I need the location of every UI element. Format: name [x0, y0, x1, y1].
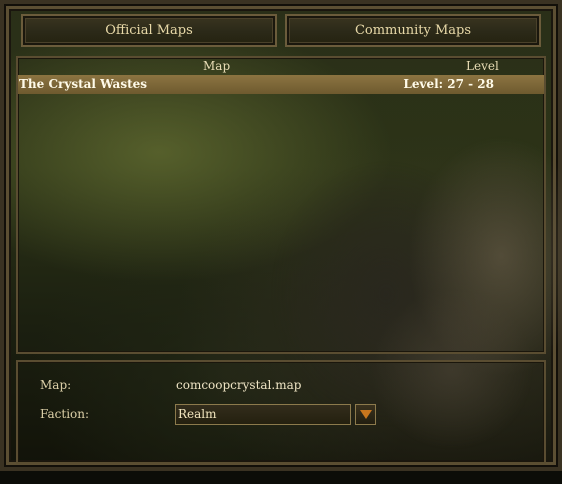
- map-list-row[interactable]: The Crystal Wastes Level: 27 - 28: [18, 75, 544, 94]
- tab-official-maps[interactable]: Official Maps: [21, 14, 277, 47]
- faction-select[interactable]: Realm: [175, 404, 351, 425]
- map-list-panel: [16, 56, 546, 354]
- column-header-level[interactable]: Level: [466, 58, 499, 74]
- map-name: The Crystal Wastes: [19, 77, 148, 91]
- map-filename: comcoopcrystal.map: [176, 378, 302, 392]
- faction-dropdown-button[interactable]: [355, 404, 376, 425]
- faction-label: Faction:: [40, 407, 90, 421]
- column-header-map[interactable]: Map: [203, 58, 230, 74]
- map-label: Map:: [40, 378, 72, 392]
- map-level: Level: 27 - 28: [403, 77, 494, 91]
- chevron-down-icon: [360, 410, 372, 419]
- tab-community-maps[interactable]: Community Maps: [285, 14, 541, 47]
